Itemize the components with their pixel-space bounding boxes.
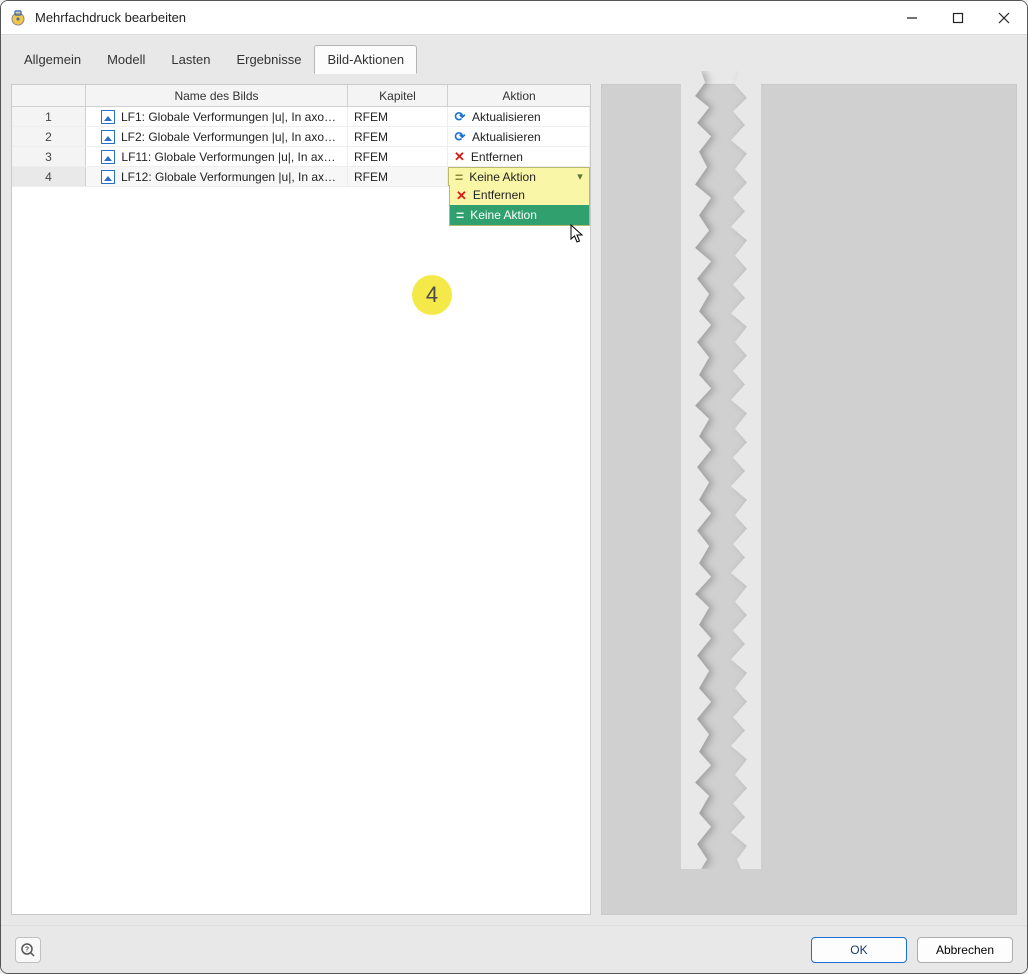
dialog-footer: ? OK Abbrechen [1, 925, 1027, 973]
tab-ergebnisse[interactable]: Ergebnisse [223, 45, 314, 74]
table-row[interactable]: 4 LF12: Globale Verformungen |u|, In ax…… [12, 167, 590, 187]
svg-text:?: ? [25, 946, 29, 953]
body-split: Name des Bilds Kapitel Aktion 1 LF1: Glo… [1, 74, 1027, 925]
dropdown-option-entfernen[interactable]: ✕ Entfernen [450, 185, 589, 205]
row-kapitel: RFEM [348, 107, 448, 126]
window-title: Mehrfachdruck bearbeiten [35, 10, 186, 25]
preview-panel [601, 84, 1017, 915]
row-name: LF1: Globale Verformungen |u|, In axo… [86, 107, 348, 126]
app-icon [9, 9, 27, 27]
tab-allgemein[interactable]: Allgemein [11, 45, 94, 74]
row-name: LF12: Globale Verformungen |u|, In ax… [86, 167, 348, 186]
refresh-icon: ⟳ [454, 131, 466, 143]
row-kapitel: RFEM [348, 127, 448, 146]
row-action[interactable]: ⟳ Aktualisieren [448, 107, 590, 126]
table-row[interactable]: 1 LF1: Globale Verformungen |u|, In axo…… [12, 107, 590, 127]
close-button[interactable] [981, 1, 1027, 34]
grid-body: 1 LF1: Globale Verformungen |u|, In axo…… [12, 107, 590, 914]
tab-bild-aktionen[interactable]: Bild-Aktionen [314, 45, 417, 74]
dialog-window: Mehrfachdruck bearbeiten Allgemein Model… [0, 0, 1028, 974]
maximize-button[interactable] [935, 1, 981, 34]
tab-lasten[interactable]: Lasten [158, 45, 223, 74]
image-icon [101, 110, 115, 124]
row-name: LF11: Globale Verformungen |u|, In ax… [86, 147, 348, 166]
header-rownum [12, 85, 86, 106]
image-icon [101, 170, 115, 184]
cancel-button[interactable]: Abbrechen [917, 937, 1013, 963]
dropdown-option-label: Entfernen [473, 188, 525, 202]
row-number: 3 [12, 147, 86, 166]
chevron-down-icon: ▾ [571, 170, 589, 183]
header-name: Name des Bilds [86, 85, 348, 106]
no-action-icon: = [455, 170, 463, 184]
grid-header: Name des Bilds Kapitel Aktion [12, 85, 590, 107]
refresh-icon: ⟳ [454, 111, 466, 123]
row-action[interactable]: ✕ Entfernen [448, 147, 590, 166]
tab-modell[interactable]: Modell [94, 45, 158, 74]
annotation-marker-label: 4 [426, 282, 438, 308]
table-row[interactable]: 3 LF11: Globale Verformungen |u|, In ax…… [12, 147, 590, 167]
row-name-text: LF12: Globale Verformungen |u|, In ax… [121, 170, 336, 184]
header-kapitel: Kapitel [348, 85, 448, 106]
row-number: 1 [12, 107, 86, 126]
titlebar: Mehrfachdruck bearbeiten [1, 1, 1027, 35]
grid-panel: Name des Bilds Kapitel Aktion 1 LF1: Glo… [11, 84, 591, 915]
dropdown-list: ✕ Entfernen = Keine Aktion [449, 185, 590, 226]
action-dropdown[interactable]: = Keine Aktion ▾ ✕ Entfernen = [448, 167, 590, 186]
window-controls [889, 1, 1027, 34]
annotation-marker: 4 [412, 275, 452, 315]
table-row[interactable]: 2 LF2: Globale Verformungen |u|, In axo…… [12, 127, 590, 147]
row-action-label: Entfernen [471, 150, 523, 164]
row-number: 2 [12, 127, 86, 146]
image-icon [101, 150, 115, 164]
cancel-button-label: Abbrechen [936, 943, 994, 957]
row-name-text: LF2: Globale Verformungen |u|, In axo… [121, 130, 336, 144]
help-button[interactable]: ? [15, 937, 41, 963]
content-area: Allgemein Modell Lasten Ergebnisse Bild-… [1, 35, 1027, 925]
row-action[interactable]: ⟳ Aktualisieren [448, 127, 590, 146]
ok-button-label: OK [850, 943, 867, 957]
remove-icon: ✕ [454, 150, 465, 163]
row-name: LF2: Globale Verformungen |u|, In axo… [86, 127, 348, 146]
dropdown-option-label: Keine Aktion [470, 208, 537, 222]
row-kapitel: RFEM [348, 167, 448, 186]
row-action-label: Aktualisieren [472, 110, 541, 124]
row-name-text: LF11: Globale Verformungen |u|, In ax… [121, 150, 335, 164]
tab-bar: Allgemein Modell Lasten Ergebnisse Bild-… [1, 35, 1027, 74]
no-action-icon: = [456, 208, 464, 222]
row-number: 4 [12, 167, 86, 186]
row-kapitel: RFEM [348, 147, 448, 166]
image-icon [101, 130, 115, 144]
minimize-button[interactable] [889, 1, 935, 34]
remove-icon: ✕ [456, 189, 467, 202]
row-action-dropdown[interactable]: = Keine Aktion ▾ ✕ Entfernen = [448, 167, 590, 186]
dropdown-option-keine-aktion[interactable]: = Keine Aktion [450, 205, 589, 225]
ok-button[interactable]: OK [811, 937, 907, 963]
row-action-label: Aktualisieren [472, 130, 541, 144]
header-aktion: Aktion [448, 85, 590, 106]
row-name-text: LF1: Globale Verformungen |u|, In axo… [121, 110, 336, 124]
dropdown-selected: Keine Aktion [469, 170, 536, 184]
